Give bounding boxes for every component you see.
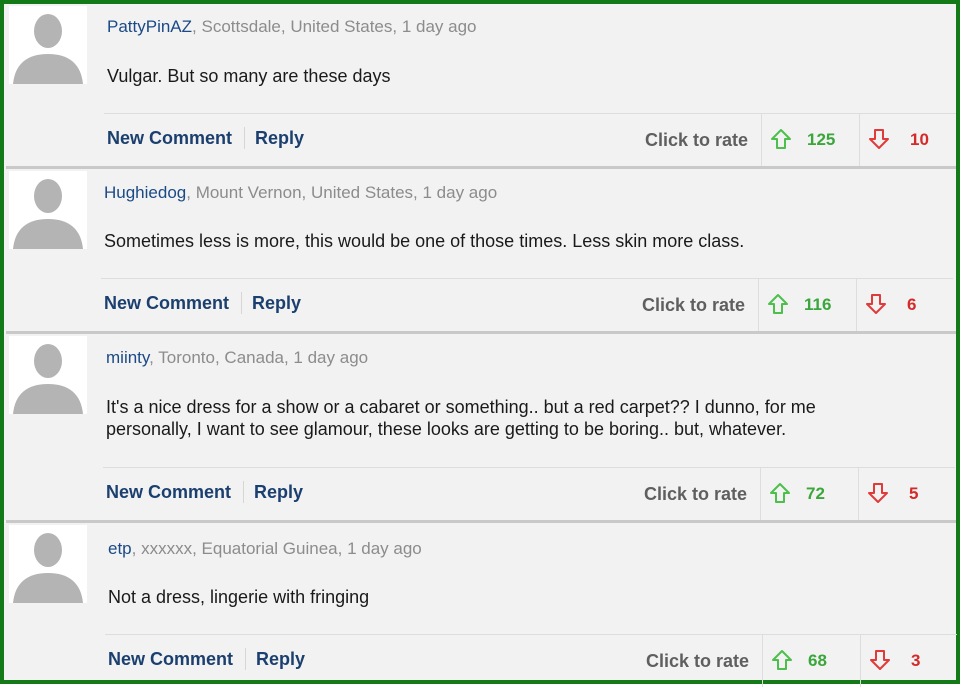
downvote-count: 10: [910, 130, 929, 149]
username-link[interactable]: PattyPinAZ: [107, 17, 192, 36]
comment-text: It's a nice dress for a show or a cabare…: [106, 397, 816, 439]
upvote-button[interactable]: 125: [761, 114, 859, 166]
comment-item: PattyPinAZ, Scottsdale, United States, 1…: [6, 4, 956, 166]
click-to-rate-label: Click to rate: [642, 295, 746, 315]
click-to-rate-label: Click to rate: [644, 484, 748, 504]
location-time: , xxxxxx, Equatorial Guinea, 1 day ago: [131, 539, 422, 558]
upvote-button[interactable]: 72: [760, 468, 858, 520]
comment-text: Vulgar. But so many are these days: [107, 66, 391, 86]
username-link[interactable]: etp: [108, 539, 132, 558]
comment-item: miinty, Toronto, Canada, 1 day ago It's …: [6, 334, 956, 520]
down-arrow-icon: [868, 483, 888, 503]
comment-text: Not a dress, lingerie with fringing: [108, 587, 370, 607]
avatar-silhouette-icon: [9, 6, 87, 84]
new-comment-button[interactable]: New Comment: [107, 128, 232, 149]
downvote-button[interactable]: 3: [860, 635, 956, 687]
comment-meta: PattyPinAZ, Scottsdale, United States, 1…: [107, 17, 477, 37]
reply-button[interactable]: Reply: [256, 649, 305, 670]
up-arrow-icon: [768, 294, 788, 314]
avatar[interactable]: [9, 525, 87, 603]
location-time: , Mount Vernon, United States, 1 day ago: [186, 183, 498, 202]
upvote-count: 68: [808, 651, 827, 670]
avatar-silhouette-icon: [9, 171, 87, 249]
new-comment-button[interactable]: New Comment: [108, 649, 233, 670]
upvote-button[interactable]: 116: [758, 279, 856, 331]
action-divider: [241, 292, 242, 314]
new-comment-button[interactable]: New Comment: [106, 482, 231, 503]
comment-meta: miinty, Toronto, Canada, 1 day ago: [106, 348, 368, 368]
down-arrow-icon: [869, 129, 889, 149]
comment-meta: etp, xxxxxx, Equatorial Guinea, 1 day ag…: [108, 539, 422, 559]
action-divider: [244, 127, 245, 149]
avatar-silhouette-icon: [9, 525, 87, 603]
upvote-count: 116: [804, 295, 832, 314]
avatar-silhouette-icon: [9, 336, 87, 414]
username-link[interactable]: miinty: [106, 348, 149, 367]
downvote-button[interactable]: 6: [856, 279, 954, 331]
downvote-button[interactable]: 10: [859, 114, 957, 166]
downvote-count: 3: [911, 651, 921, 670]
avatar[interactable]: [9, 171, 87, 249]
up-arrow-icon: [771, 129, 791, 149]
down-arrow-icon: [870, 650, 890, 670]
avatar[interactable]: [9, 336, 87, 414]
comment-meta: Hughiedog, Mount Vernon, United States, …: [104, 183, 497, 203]
action-divider: [245, 648, 246, 670]
comment-action-bar: New Comment Reply Click to rate 72 5: [103, 467, 955, 520]
upvote-count: 72: [806, 484, 825, 503]
downvote-count: 6: [907, 295, 917, 314]
reply-button[interactable]: Reply: [254, 482, 303, 503]
location-time: , Scottsdale, United States, 1 day ago: [192, 17, 477, 36]
up-arrow-icon: [770, 483, 790, 503]
upvote-count: 125: [807, 130, 836, 149]
username-link[interactable]: Hughiedog: [104, 183, 186, 202]
click-to-rate-label: Click to rate: [646, 651, 750, 671]
downvote-button[interactable]: 5: [858, 468, 956, 520]
comment-text: Sometimes less is more, this would be on…: [104, 231, 745, 251]
upvote-button[interactable]: 68: [762, 635, 860, 687]
comment-action-bar: New Comment Reply Click to rate 68 3: [105, 634, 957, 687]
up-arrow-icon: [772, 650, 792, 670]
comment-item: Hughiedog, Mount Vernon, United States, …: [6, 169, 956, 331]
down-arrow-icon: [866, 294, 886, 314]
location-time: , Toronto, Canada, 1 day ago: [149, 348, 369, 367]
avatar[interactable]: [9, 6, 87, 84]
comment-item: etp, xxxxxx, Equatorial Guinea, 1 day ag…: [6, 523, 957, 687]
comments-frame: PattyPinAZ, Scottsdale, United States, 1…: [0, 0, 960, 687]
click-to-rate-label: Click to rate: [645, 130, 749, 150]
reply-button[interactable]: Reply: [252, 293, 301, 314]
downvote-count: 5: [909, 484, 919, 503]
new-comment-button[interactable]: New Comment: [104, 293, 229, 314]
comment-action-bar: New Comment Reply Click to rate 116 6: [101, 278, 953, 331]
comment-action-bar: New Comment Reply Click to rate 125 10: [104, 113, 956, 166]
action-divider: [243, 481, 244, 503]
reply-button[interactable]: Reply: [255, 128, 304, 149]
